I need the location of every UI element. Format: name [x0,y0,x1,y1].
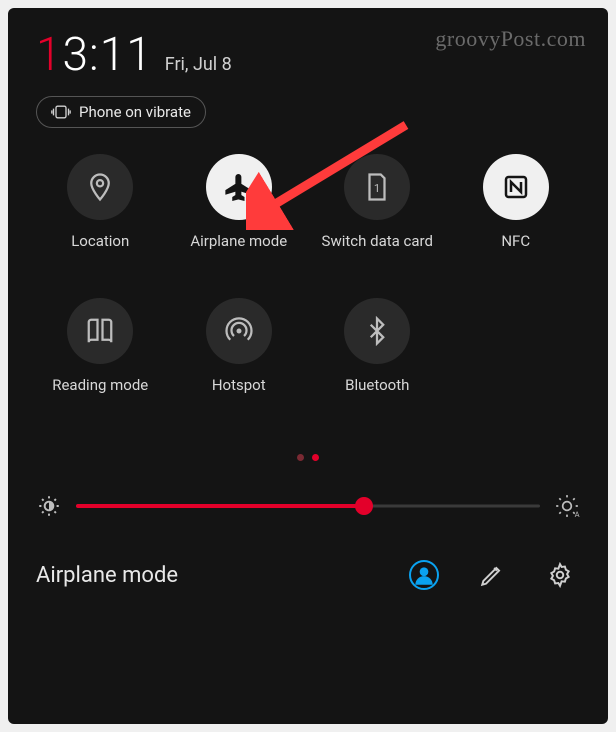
vibrate-pill[interactable]: Phone on vibrate [36,96,206,128]
tile-reading-mode[interactable]: Reading mode [36,298,165,414]
book-icon [67,298,133,364]
clock-time: 13:11 [36,28,153,82]
tile-hotspot[interactable]: Hotspot [175,298,304,414]
airplane-icon [206,154,272,220]
location-icon [67,154,133,220]
user-button[interactable] [404,555,444,595]
svg-text:A: A [575,510,580,519]
brightness-slider-row: A [36,493,580,519]
watermark-text: groovyPost.com [435,26,586,52]
user-icon [409,560,439,590]
nfc-icon [483,154,549,220]
brightness-auto-icon[interactable]: A [554,493,580,519]
tile-switch-data-card[interactable]: 1 Switch data card [313,154,442,270]
bluetooth-icon [344,298,410,364]
svg-text:1: 1 [374,182,380,195]
pencil-icon [479,562,505,588]
page-dot[interactable] [312,454,319,461]
tile-bluetooth[interactable]: Bluetooth [313,298,442,414]
tile-location[interactable]: Location [36,154,165,270]
tile-airplane-mode[interactable]: Airplane mode [175,154,304,270]
vibrate-label: Phone on vibrate [79,103,191,121]
sim-icon: 1 [344,154,410,220]
vibrate-icon [51,104,71,120]
footer-bar: Airplane mode [36,555,580,595]
tile-nfc[interactable]: NFC [452,154,581,270]
page-indicator [36,454,580,461]
brightness-low-icon [36,493,62,519]
page-dot[interactable] [297,454,304,461]
date-label: Fri, Jul 8 [165,54,232,75]
slider-thumb[interactable] [355,497,373,515]
gear-icon [547,562,573,588]
footer-title: Airplane mode [36,563,376,588]
tiles-grid: Location Airplane mode 1 Switch data car… [36,154,580,414]
edit-button[interactable] [472,555,512,595]
settings-button[interactable] [540,555,580,595]
brightness-slider[interactable] [76,494,540,518]
quick-settings-panel: groovyPost.com 13:11 Fri, Jul 8 Phone on… [8,8,608,724]
hotspot-icon [206,298,272,364]
